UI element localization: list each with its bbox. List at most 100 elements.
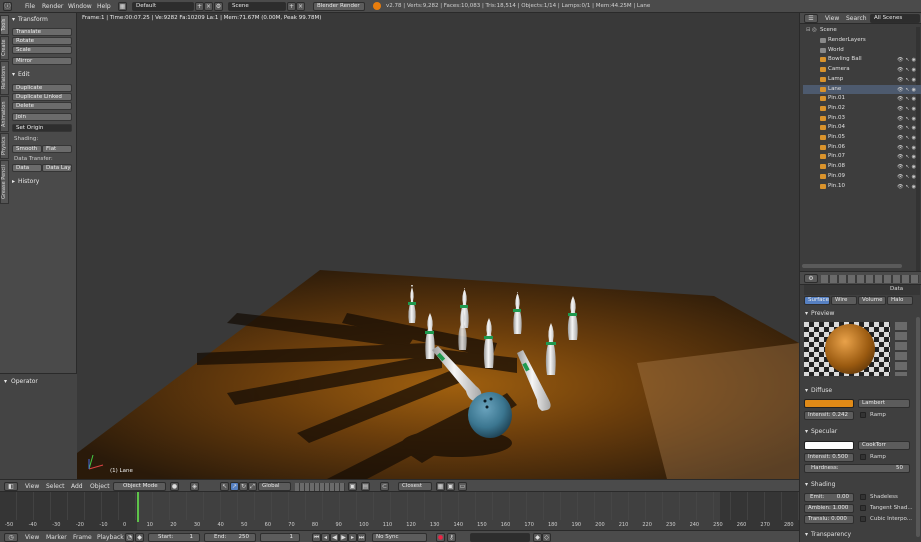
opengl-render-icon[interactable]: ▦ xyxy=(436,482,445,491)
duplicate-linked-button[interactable]: Duplicate Linked xyxy=(12,93,72,101)
manipulator-icon[interactable]: ↖ xyxy=(220,482,229,491)
context-tabs[interactable] xyxy=(821,275,919,283)
transparency-title[interactable]: Transparency xyxy=(811,531,851,538)
specular-ramp-checkbox[interactable] xyxy=(860,454,866,460)
visibility-icon[interactable]: 👁↖◉ xyxy=(897,153,918,162)
layers-grid[interactable] xyxy=(295,483,345,491)
view3d-menu-add[interactable]: Add xyxy=(71,483,83,490)
outliner-row[interactable]: Pin.03 👁↖◉ xyxy=(803,114,921,124)
diffuse-intensity-field[interactable]: Intensit: 0.242 xyxy=(804,411,854,420)
visibility-icon[interactable]: 👁↖◉ xyxy=(897,183,918,192)
lock-layers-icon[interactable]: ▣ xyxy=(348,482,357,491)
end-frame-field[interactable]: End: 250 xyxy=(204,533,256,542)
duplicate-button[interactable]: Duplicate xyxy=(12,84,72,92)
jump-start-icon[interactable]: ⏮ xyxy=(312,533,321,542)
data-layout-button[interactable]: Data Layo xyxy=(42,164,72,172)
info-editor-icon[interactable]: ⓘ xyxy=(3,2,12,11)
cubic-interpolation-checkbox[interactable] xyxy=(860,516,866,522)
insert-keyframe-icon[interactable]: ◆ xyxy=(533,533,542,542)
outliner-row[interactable]: Lamp 👁↖◉ xyxy=(803,75,921,85)
outliner-menu-search[interactable]: Search xyxy=(846,15,867,22)
data-transfer-button[interactable]: Data xyxy=(12,164,42,172)
screen-layout-field[interactable]: Default xyxy=(132,2,194,11)
timeline-menu-playback[interactable]: Playback xyxy=(97,534,124,541)
play-reverse-icon[interactable]: ◀ xyxy=(330,533,339,542)
scene-field[interactable]: Scene xyxy=(228,2,286,11)
visibility-icon[interactable]: 👁↖◉ xyxy=(897,76,918,85)
transform-title[interactable]: Transform xyxy=(18,16,48,23)
menu-help[interactable]: Help xyxy=(97,3,111,10)
operator-arrow-icon[interactable]: ▾ xyxy=(4,378,7,385)
timeline-area[interactable] xyxy=(0,492,799,530)
tab-volume[interactable]: Volume xyxy=(858,296,886,305)
visibility-icon[interactable]: 👁↖◉ xyxy=(897,86,918,95)
outliner-row-scene[interactable]: ⊟ ◎ Scene xyxy=(803,26,921,36)
history-title[interactable]: History xyxy=(18,178,39,185)
visibility-icon[interactable]: 👁↖◉ xyxy=(897,144,918,153)
outliner-row[interactable]: Pin.02 👁↖◉ xyxy=(803,104,921,114)
emit-field[interactable]: Emit: 0.00 xyxy=(804,493,854,502)
diffuse-ramp-checkbox[interactable] xyxy=(860,412,866,418)
timeline-menu-frame[interactable]: Frame xyxy=(73,534,92,541)
join-button[interactable]: Join xyxy=(12,113,72,121)
rotate-manipulator-icon[interactable]: ↻ xyxy=(239,482,248,491)
orientation-select[interactable]: Global xyxy=(258,482,291,491)
preview-type-buttons[interactable] xyxy=(895,322,907,376)
properties-editor-icon[interactable]: ⚙ xyxy=(804,274,818,283)
outliner-row[interactable]: Pin.07 👁↖◉ xyxy=(803,152,921,162)
outliner-row[interactable]: Pin.06 👁↖◉ xyxy=(803,143,921,153)
shading-arrow-icon[interactable]: ▾ xyxy=(805,481,808,488)
preview-arrow-icon[interactable]: ▾ xyxy=(805,310,808,317)
tab-surface[interactable]: Surface xyxy=(804,296,830,305)
shadeless-checkbox[interactable] xyxy=(860,494,866,500)
hardness-field[interactable]: Hardness: 50 xyxy=(804,464,910,473)
outliner-row[interactable]: Pin.04 👁↖◉ xyxy=(803,123,921,133)
tab-animation[interactable]: Animation xyxy=(0,96,9,132)
menu-window[interactable]: Window xyxy=(68,3,92,10)
specular-arrow-icon[interactable]: ▾ xyxy=(805,428,808,435)
menu-file[interactable]: File xyxy=(25,3,35,10)
keyframe-icon[interactable]: ◆ xyxy=(135,533,144,542)
visibility-icon[interactable]: 👁↖◉ xyxy=(897,124,918,133)
timeline-editor-icon[interactable]: ◷ xyxy=(4,533,18,542)
outliner-row[interactable]: Pin.08 👁↖◉ xyxy=(803,162,921,172)
scale-button[interactable]: Scale xyxy=(12,46,72,54)
outliner-hscroll[interactable] xyxy=(802,264,902,268)
ambient-field[interactable]: Ambien: 1.000 xyxy=(804,504,854,513)
tab-halo[interactable]: Halo xyxy=(887,296,913,305)
pivot-icon[interactable]: ◈ xyxy=(190,482,199,491)
preview-title[interactable]: Preview xyxy=(811,310,834,317)
diffuse-color-swatch[interactable] xyxy=(804,399,854,408)
visibility-icon[interactable]: 👁↖◉ xyxy=(897,56,918,65)
tab-relations[interactable]: Relations xyxy=(0,61,9,95)
history-arrow-icon[interactable]: ▸ xyxy=(12,178,15,185)
render-engine-select[interactable]: Blender Render xyxy=(313,2,365,11)
outliner-row[interactable]: Camera 👁↖◉ xyxy=(803,65,921,75)
set-origin-dropdown[interactable]: Set Origin xyxy=(12,124,72,132)
tab-wire[interactable]: Wire xyxy=(831,296,857,305)
shading-mode-icon[interactable]: ● xyxy=(170,482,179,491)
scene-expand-icon[interactable]: ⊟ xyxy=(806,26,811,35)
tab-tools[interactable]: Tools xyxy=(0,15,9,35)
outliner-row[interactable]: World xyxy=(803,46,921,56)
remove-layout-icon[interactable]: × xyxy=(204,2,213,11)
add-layout-icon[interactable]: + xyxy=(195,2,204,11)
scale-manipulator-icon[interactable]: ⤢ xyxy=(248,482,257,491)
record-icon[interactable]: ● xyxy=(436,533,445,542)
timeline-menu-view[interactable]: View xyxy=(25,534,39,541)
next-keyframe-icon[interactable]: ▸ xyxy=(348,533,357,542)
rotate-button[interactable]: Rotate xyxy=(12,37,72,45)
opengl-anim-icon[interactable]: ▣ xyxy=(446,482,455,491)
keying-set-field[interactable] xyxy=(470,533,530,542)
transparency-arrow-icon[interactable]: ▾ xyxy=(805,531,808,538)
outliner-row[interactable]: Bowling Ball 👁↖◉ xyxy=(803,55,921,65)
specular-intensity-field[interactable]: Intensit: 0.500 xyxy=(804,453,854,462)
timeline-menu-marker[interactable]: Marker xyxy=(46,534,67,541)
keying-set-icon[interactable]: ⚷ xyxy=(447,533,456,542)
edit-header-arrow-icon[interactable]: ▾ xyxy=(12,71,15,78)
magnet-icon[interactable]: ⊂ xyxy=(380,482,389,491)
view3d-menu-object[interactable]: Object xyxy=(90,483,110,490)
scene-icon[interactable]: ⚙ xyxy=(214,2,223,11)
tab-physics[interactable]: Physics xyxy=(0,133,9,159)
visibility-icon[interactable]: 👁↖◉ xyxy=(897,115,918,124)
